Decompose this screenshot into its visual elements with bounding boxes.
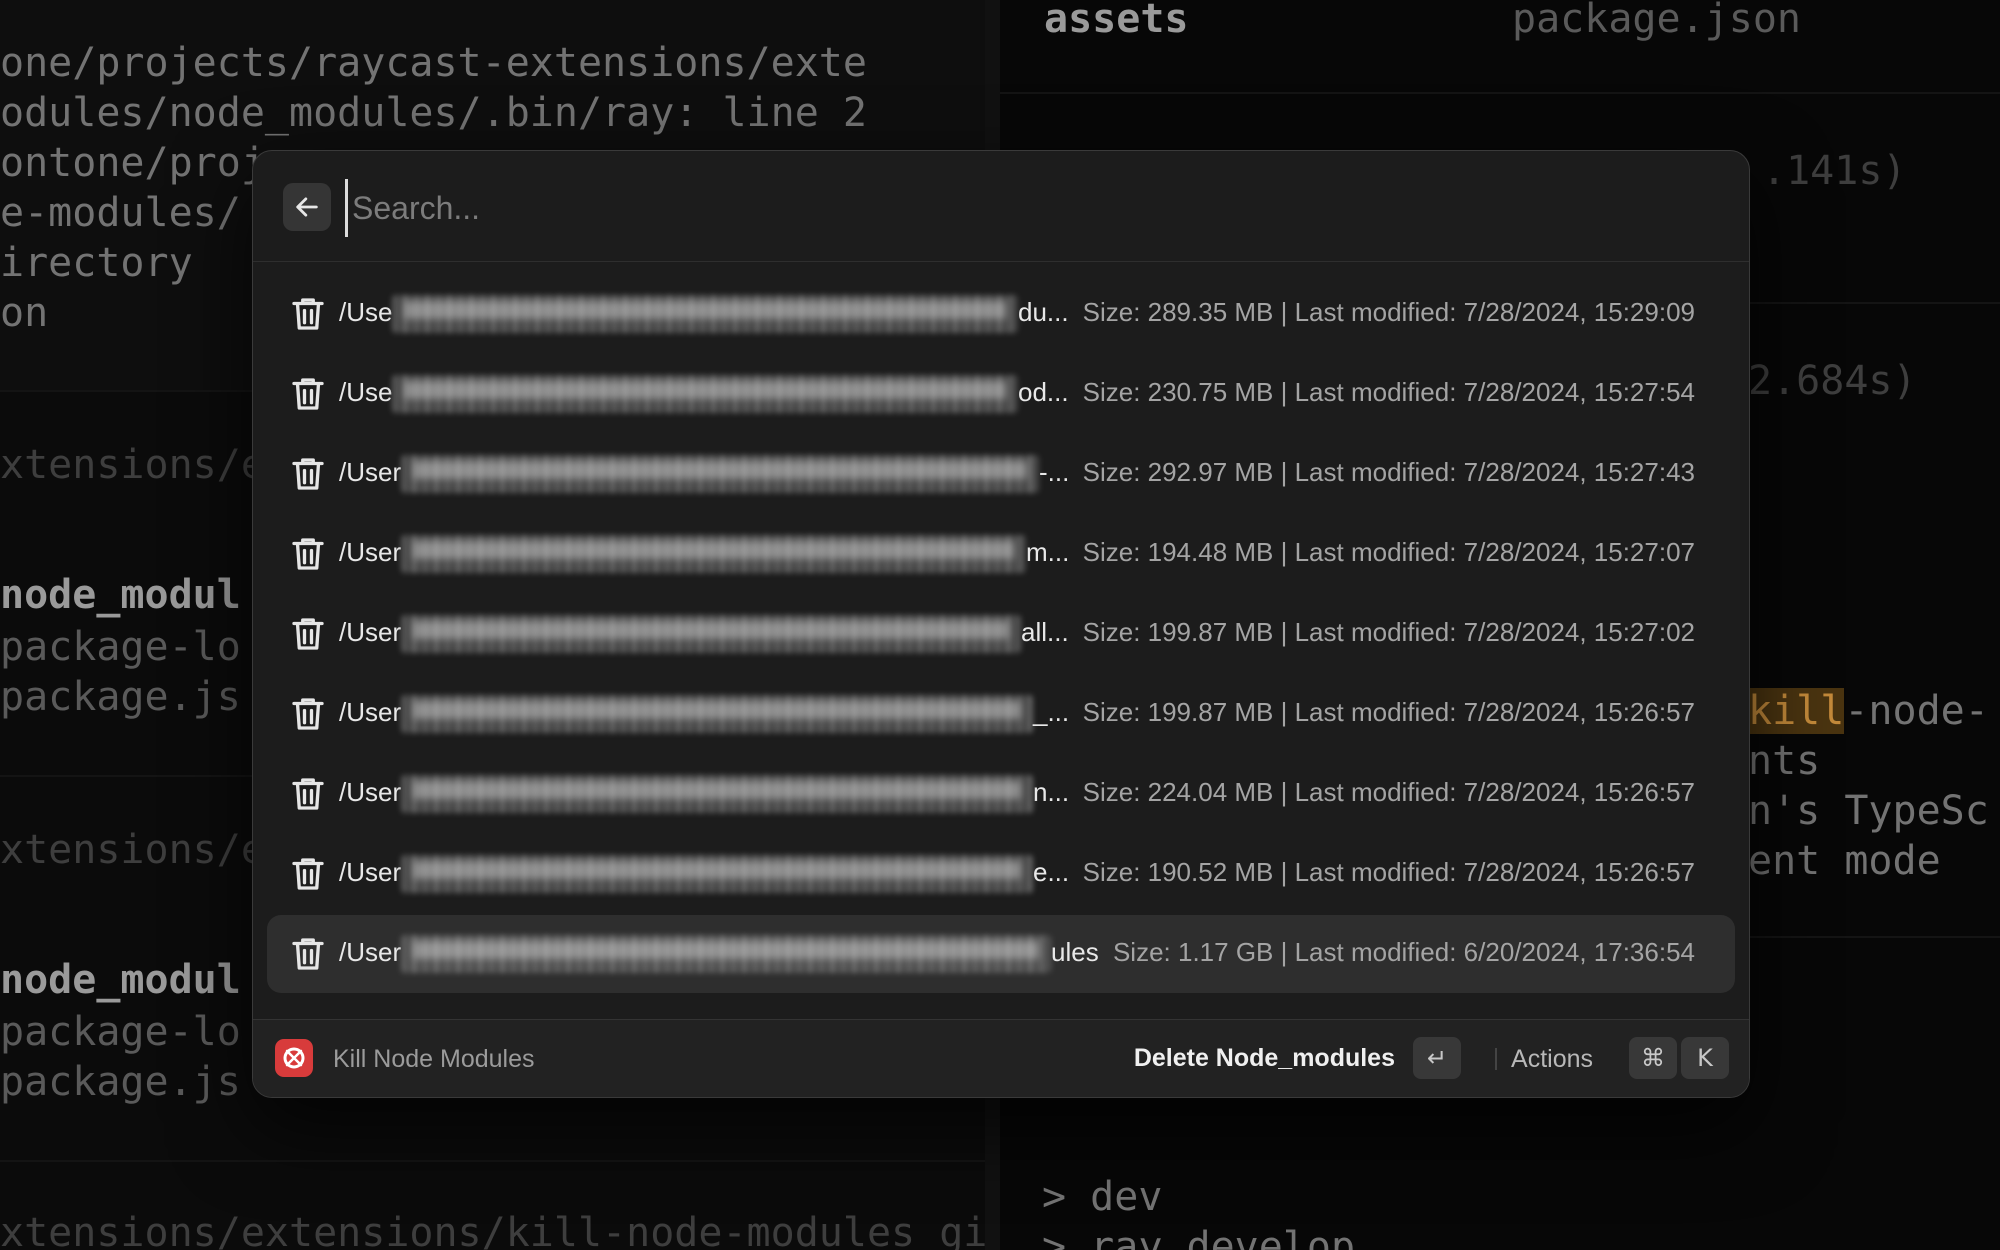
terminal-line: kill-node- <box>1748 686 1989 736</box>
back-button[interactable] <box>283 183 331 231</box>
divider <box>1000 92 2000 94</box>
path-start: /Use <box>339 297 393 327</box>
terminal-line: > dev <box>1042 1174 1163 1220</box>
command-palette: /Use du... Size: 289.35 MB | Last modified… <box>252 150 1750 1098</box>
list-item[interactable]: /User m... Size: 194.48 MB | Last modified… <box>267 515 1735 593</box>
app-name: Kill Node Modules <box>333 1045 535 1073</box>
size-and-modified: Size: 190.52 MB | Last modified: 7/28/20… <box>1082 857 1695 887</box>
path-end: -... <box>1039 457 1070 487</box>
path-end: ules <box>1051 937 1099 967</box>
list-item[interactable]: /User e... Size: 190.52 MB | Last modified… <box>267 835 1735 913</box>
terminal-line: ontone/proj <box>0 140 265 186</box>
terminal-line: odules/node_modules/.bin/ray: line 2 <box>0 90 867 136</box>
size-and-modified: Size: 194.48 MB | Last modified: 7/28/20… <box>1082 537 1695 567</box>
path-start: /Use <box>339 377 393 407</box>
trash-icon <box>287 933 329 975</box>
list-item[interactable]: /Use od... Size: 230.75 MB | Last modified… <box>267 355 1735 433</box>
redacted-path <box>413 701 1021 719</box>
actions-button[interactable]: Actions <box>1511 1045 1593 1074</box>
terminal-prompt: xtensions/ex <box>0 827 289 873</box>
action-bar: Kill Node Modules Delete Node_modules ↵ … <box>253 1019 1749 1097</box>
redacted-path <box>404 301 1006 319</box>
divider <box>0 1160 985 1162</box>
path-end: e... <box>1033 857 1070 887</box>
path-end: od... <box>1018 377 1069 407</box>
terminal-line: irectory <box>0 240 193 286</box>
redacted-path <box>413 461 1027 479</box>
terminal-line: 2.684s) <box>1748 358 1917 404</box>
desktop: one/projects/raycast-extensions/exte odu… <box>0 0 2000 1250</box>
enter-key-hint: ↵ <box>1413 1037 1461 1079</box>
terminal-line: e-modules/ <box>0 190 241 236</box>
arrow-left-icon <box>296 197 318 217</box>
size-and-modified: Size: 199.87 MB | Last modified: 7/28/20… <box>1082 617 1695 647</box>
terminal-line: .141s) <box>1762 148 1907 194</box>
path-start: /User <box>339 697 402 727</box>
size-and-modified: Size: 1.17 GB | Last modified: 6/20/2024… <box>1112 937 1695 967</box>
redacted-path <box>413 861 1021 879</box>
path-end: n... <box>1033 777 1070 807</box>
terminal-line: node_modul <box>0 957 241 1003</box>
k-key-hint: K <box>1681 1037 1729 1079</box>
redacted-path <box>413 781 1021 799</box>
terminal-line: on <box>0 290 49 336</box>
terminal-line: one/projects/raycast-extensions/exte <box>0 40 867 86</box>
size-and-modified: Size: 292.97 MB | Last modified: 7/28/20… <box>1082 457 1695 487</box>
list-item[interactable]: /User _... Size: 199.87 MB | Last modified… <box>267 675 1735 753</box>
size-and-modified: Size: 230.75 MB | Last modified: 7/28/20… <box>1082 377 1695 407</box>
trash-icon <box>287 373 329 415</box>
kill-node-modules-app-icon <box>275 1039 313 1077</box>
trash-icon <box>287 613 329 655</box>
redacted-path <box>404 381 1006 399</box>
trash-icon <box>287 693 329 735</box>
terminal-line: package.json <box>1512 0 1801 42</box>
terminal-prompt: xtensions/extensions/kill-node-modules g… <box>0 1210 985 1250</box>
delete-node-modules-action[interactable]: Delete Node_modules <box>1134 1044 1395 1073</box>
redacted-path <box>413 621 1009 639</box>
search-input[interactable] <box>345 179 1654 237</box>
list-item[interactable]: /User n... Size: 224.04 MB | Last modified… <box>267 755 1735 833</box>
path-start: /User <box>339 777 402 807</box>
cmd-key-hint: ⌘ <box>1629 1037 1677 1079</box>
terminal-line: n's TypeSc <box>1748 788 1989 834</box>
trash-icon <box>287 293 329 335</box>
path-end: all... <box>1021 617 1069 647</box>
terminal-line: package.js <box>0 1059 241 1105</box>
terminal-line: package.js <box>0 674 241 720</box>
path-end: du... <box>1018 297 1069 327</box>
redacted-path <box>413 941 1039 959</box>
list-item[interactable]: /User ules Size: 1.17 GB | Last modified: … <box>267 915 1735 993</box>
size-and-modified: Size: 289.35 MB | Last modified: 7/28/20… <box>1082 297 1695 327</box>
path-end: _... <box>1033 697 1070 727</box>
list-item[interactable]: /User all... Size: 199.87 MB | Last modifi… <box>267 595 1735 673</box>
path-end: m... <box>1026 537 1070 567</box>
list-item[interactable]: /User -... Size: 292.97 MB | Last modified… <box>267 435 1735 513</box>
trash-icon <box>287 533 329 575</box>
path-start: /User <box>339 937 402 967</box>
search-bar <box>253 151 1749 262</box>
highlighted-match: kill <box>1748 688 1845 734</box>
terminal-prompt: xtensions/ex <box>0 442 289 488</box>
divider <box>1495 1048 1497 1070</box>
terminal-line: ent mode <box>1748 838 1941 884</box>
size-and-modified: Size: 224.04 MB | Last modified: 7/28/20… <box>1082 777 1695 807</box>
terminal-line: > ray develop <box>1042 1224 1356 1250</box>
trash-icon <box>287 453 329 495</box>
terminal-line: nts <box>1748 738 1821 784</box>
terminal-line: package-lo <box>0 624 241 670</box>
trash-icon <box>287 853 329 895</box>
terminal-line: package-lo <box>0 1009 241 1055</box>
terminal-line: node_modul <box>0 572 241 618</box>
trash-icon <box>287 773 329 815</box>
terminal-text: -node- <box>1844 688 1989 734</box>
terminal-line: assets <box>1044 0 1189 42</box>
redacted-path <box>413 541 1014 559</box>
size-and-modified: Size: 199.87 MB | Last modified: 7/28/20… <box>1082 697 1695 727</box>
path-start: /User <box>339 857 402 887</box>
path-start: /User <box>339 537 402 567</box>
list-item[interactable]: /Use du... Size: 289.35 MB | Last modified… <box>267 275 1735 353</box>
path-start: /User <box>339 617 402 647</box>
path-start: /User <box>339 457 402 487</box>
